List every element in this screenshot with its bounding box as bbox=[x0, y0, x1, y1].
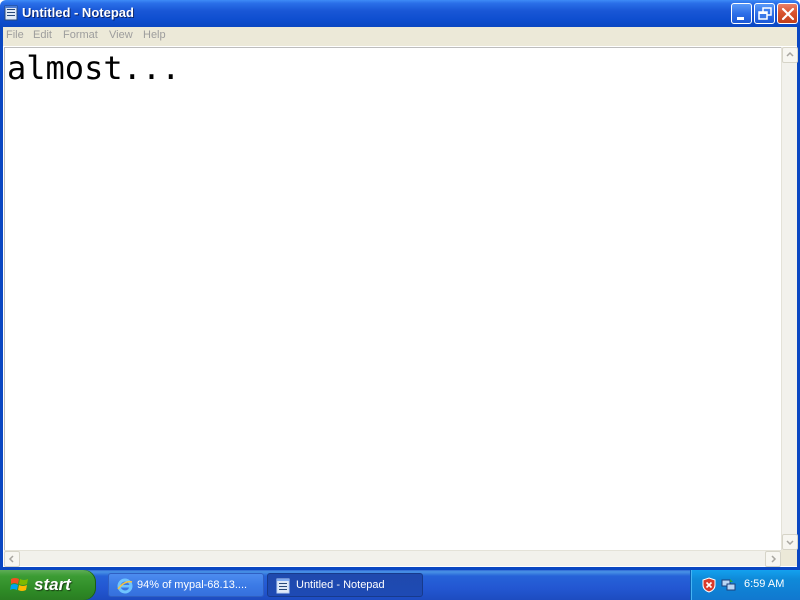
scroll-up-button[interactable] bbox=[782, 47, 798, 63]
start-label: start bbox=[34, 575, 71, 594]
chevron-left-icon bbox=[8, 555, 14, 563]
menu-view[interactable]: View bbox=[109, 29, 133, 41]
menu-format[interactable]: Format bbox=[63, 29, 98, 41]
scroll-left-button[interactable] bbox=[4, 551, 20, 567]
menu-bar: File Edit Format View Help bbox=[0, 27, 800, 46]
taskbar-item-label: Untitled - Notepad bbox=[296, 579, 385, 591]
menu-help[interactable]: Help bbox=[143, 29, 166, 41]
vertical-scrollbar[interactable] bbox=[781, 47, 798, 550]
taskbar-item-download[interactable]: 94% of mypal-68.13.... bbox=[108, 573, 264, 597]
scroll-right-button[interactable] bbox=[765, 551, 781, 567]
network-icon[interactable] bbox=[721, 577, 737, 598]
chevron-up-icon bbox=[786, 51, 794, 57]
window-title: Untitled - Notepad bbox=[22, 5, 134, 20]
notepad-icon[interactable] bbox=[4, 5, 18, 21]
minimize-button[interactable] bbox=[731, 3, 752, 24]
restore-icon bbox=[758, 7, 772, 20]
start-button[interactable]: start bbox=[0, 570, 96, 600]
text-editor[interactable]: almost... bbox=[4, 47, 781, 550]
close-icon bbox=[781, 7, 795, 21]
system-tray: 6:59 AM bbox=[690, 570, 800, 600]
internet-explorer-icon bbox=[117, 578, 133, 599]
restore-button[interactable] bbox=[754, 3, 775, 24]
taskbar-item-notepad[interactable]: Untitled - Notepad bbox=[267, 573, 423, 597]
title-bar[interactable]: Untitled - Notepad bbox=[0, 0, 800, 27]
taskbar-item-label: 94% of mypal-68.13.... bbox=[137, 579, 248, 591]
notepad-icon bbox=[276, 578, 290, 599]
scroll-down-button[interactable] bbox=[782, 534, 798, 550]
editor-text[interactable]: almost... bbox=[7, 50, 180, 86]
close-button[interactable] bbox=[777, 3, 798, 24]
chevron-right-icon bbox=[771, 555, 777, 563]
taskbar: start 94% of mypal-68.13.... Untitled - … bbox=[0, 570, 800, 600]
size-grip[interactable] bbox=[781, 550, 797, 566]
minimize-icon bbox=[737, 17, 744, 20]
clock[interactable]: 6:59 AM bbox=[744, 578, 784, 590]
security-alert-icon[interactable] bbox=[701, 577, 717, 598]
horizontal-scrollbar[interactable] bbox=[4, 550, 781, 567]
menu-file[interactable]: File bbox=[6, 29, 24, 41]
windows-logo-icon bbox=[10, 576, 30, 599]
editor-pane: almost... bbox=[0, 46, 800, 570]
chevron-down-icon bbox=[786, 540, 794, 546]
menu-edit[interactable]: Edit bbox=[33, 29, 52, 41]
